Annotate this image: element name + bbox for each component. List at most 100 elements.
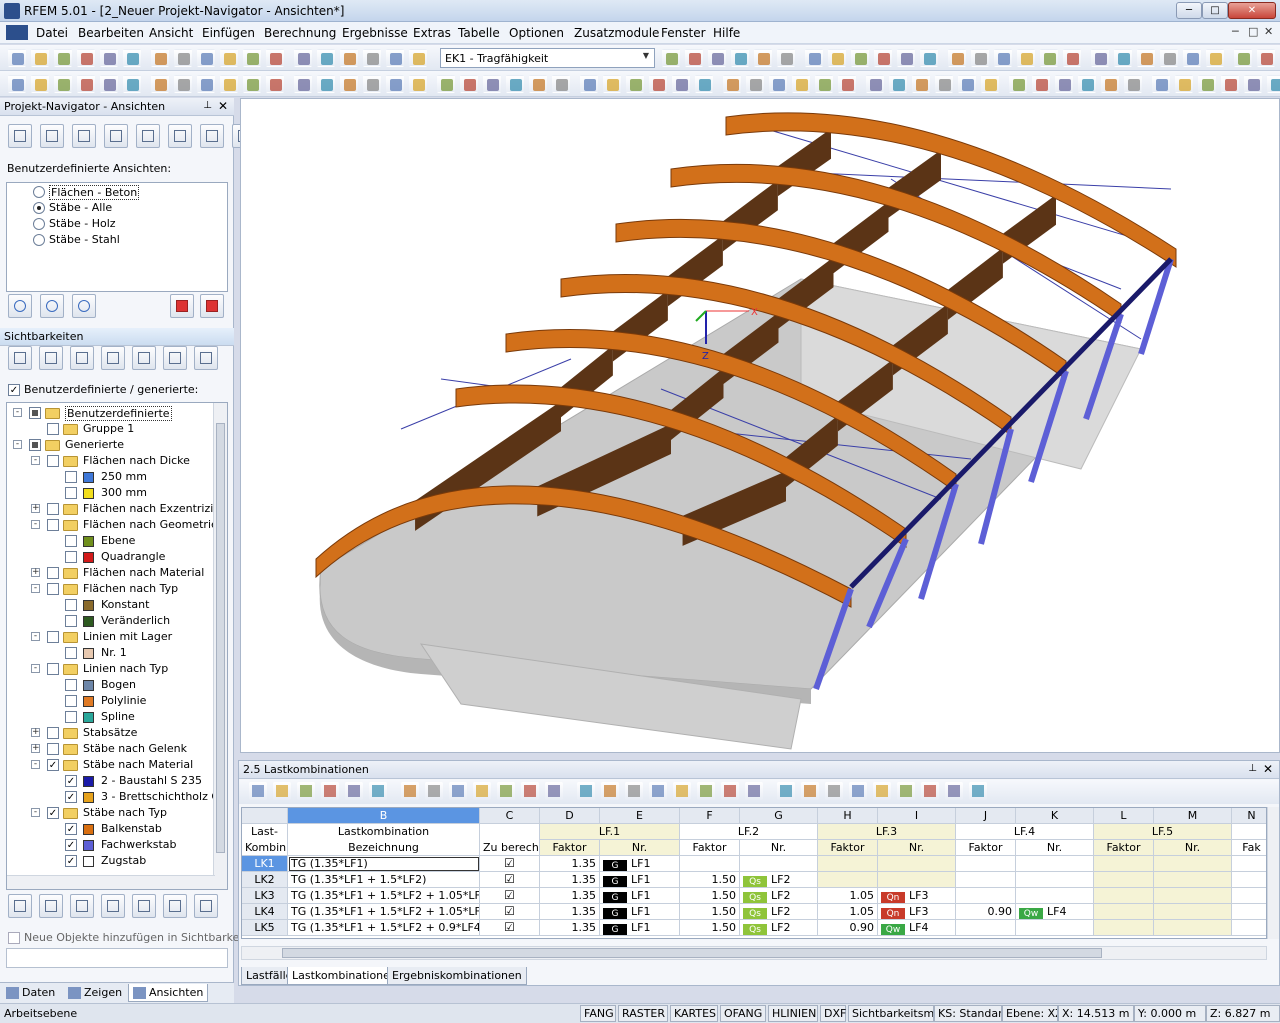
add-vis-1-icon[interactable] (8, 894, 32, 918)
toolbar-button-icon[interactable] (695, 75, 713, 93)
table-toolbar-button-icon[interactable] (873, 782, 891, 800)
toolbar-button-icon[interactable] (1101, 75, 1119, 93)
toolbar-button-icon[interactable] (1009, 75, 1027, 93)
toolbar-button-icon[interactable] (897, 49, 915, 67)
table-toolbar-button-icon[interactable] (721, 782, 739, 800)
toolbar-button-icon[interactable] (626, 75, 644, 93)
toolbar-button-icon[interactable] (649, 75, 667, 93)
factor-cell[interactable] (956, 856, 1016, 872)
toolbar-button-icon[interactable] (1124, 75, 1142, 93)
toolbar-button-icon[interactable] (77, 75, 95, 93)
load-case-cell[interactable] (740, 856, 818, 872)
view-radio-beton[interactable] (33, 186, 45, 198)
close-button[interactable]: ✕ (1228, 2, 1276, 19)
tree-item[interactable]: Spline (7, 709, 213, 725)
toolbar-button-icon[interactable] (1137, 49, 1155, 67)
tree-item[interactable]: - Benutzerdefinierte (7, 405, 213, 421)
view-iso-4-icon[interactable] (200, 124, 224, 148)
row-header[interactable]: LK2 (242, 872, 288, 888)
load-case-cell[interactable]: G LF1 (600, 904, 680, 920)
table-pin-icon[interactable]: ⊥ (1248, 763, 1257, 774)
toolbar-button-icon[interactable] (100, 49, 118, 67)
column-letter[interactable]: J (956, 808, 1016, 824)
load-combinations-grid[interactable]: B C D E F G H I J K L M N Last- Kombin. Lastkombination… (241, 807, 1267, 939)
new-objects-select[interactable] (6, 948, 228, 968)
toolbar-button-icon[interactable] (971, 49, 989, 67)
expand-toggle-icon[interactable]: - (31, 664, 40, 673)
factor-cell[interactable] (818, 856, 878, 872)
new-objects-checkbox[interactable] (8, 932, 20, 944)
toolbar-button-icon[interactable] (1160, 49, 1178, 67)
toolbar-button-icon[interactable] (912, 75, 930, 93)
toolbar-button-icon[interactable] (243, 49, 261, 67)
tab-zeigen[interactable]: Zeigen (64, 984, 126, 1002)
model-viewport[interactable]: X Z (240, 98, 1280, 753)
menu-optionen[interactable]: Optionen (509, 26, 564, 40)
load-case-cell[interactable] (1016, 872, 1094, 888)
table-toolbar-button-icon[interactable] (825, 782, 843, 800)
table-toolbar-button-icon[interactable] (369, 782, 387, 800)
toolbar-button-icon[interactable] (1198, 75, 1216, 93)
factor-cell[interactable]: 1.35 (540, 920, 600, 936)
toolbar-button-icon[interactable] (1078, 75, 1096, 93)
view-iso-1-icon[interactable] (104, 124, 128, 148)
load-case-cell[interactable] (1016, 856, 1094, 872)
load-case-cell[interactable] (878, 856, 956, 872)
toolbar-button-icon[interactable] (409, 75, 427, 93)
expand-toggle-icon[interactable]: + (31, 568, 40, 577)
toolbar-button-icon[interactable] (506, 75, 524, 93)
add-vis-7-icon[interactable] (194, 894, 218, 918)
status-toggle-fang[interactable]: FANG (580, 1005, 616, 1022)
toolbar-button-icon[interactable] (1244, 75, 1262, 93)
load-case-cell[interactable]: Qs LF2 (740, 904, 818, 920)
tree-checkbox[interactable] (65, 695, 77, 707)
column-letter[interactable]: D (540, 808, 600, 824)
view-axis-y-icon[interactable] (40, 124, 64, 148)
toolbar-button-icon[interactable] (1063, 49, 1081, 67)
load-case-select[interactable]: EK1 - Tragfähigkeit ▼ (440, 48, 655, 68)
pin-icon[interactable]: ⊥ (203, 100, 212, 111)
factor-cell[interactable] (956, 888, 1016, 904)
tree-checkbox[interactable]: ✓ (65, 775, 77, 787)
toolbar-button-icon[interactable] (874, 49, 892, 67)
column-letter[interactable]: M (1154, 808, 1232, 824)
table-toolbar-button-icon[interactable] (425, 782, 443, 800)
tree-item[interactable]: ✓ Balkenstab (7, 821, 213, 837)
tree-item[interactable]: - Linien mit Lager (7, 629, 213, 645)
table-toolbar-button-icon[interactable] (577, 782, 595, 800)
vis-1-icon[interactable] (8, 346, 32, 370)
scroll-thumb[interactable] (216, 423, 225, 853)
toolbar-button-icon[interactable] (77, 49, 95, 67)
table-toolbar-button-icon[interactable] (321, 782, 339, 800)
view-item-beton[interactable]: Flächen - Beton (49, 185, 140, 200)
load-case-cell[interactable]: Qs LF2 (740, 920, 818, 936)
table-toolbar-button-icon[interactable] (521, 782, 539, 800)
column-letter[interactable]: B (288, 808, 480, 824)
toolbar-button-icon[interactable] (552, 75, 570, 93)
table-toolbar-button-icon[interactable] (545, 782, 563, 800)
tree-checkbox[interactable] (47, 743, 59, 755)
calculate-checkbox[interactable]: ☑ (480, 920, 540, 936)
custom-views-list[interactable]: Flächen - Beton Stäbe - Alle Stäbe - Hol… (6, 182, 228, 292)
vis-7-icon[interactable] (194, 346, 218, 370)
toolbar-button-icon[interactable] (340, 49, 358, 67)
table-toolbar-button-icon[interactable] (297, 782, 315, 800)
tree-item[interactable]: Gruppe 1 (7, 421, 213, 437)
chevron-down-icon[interactable]: ▼ (640, 51, 652, 65)
toolbar-button-icon[interactable] (386, 49, 404, 67)
toolbar-button-icon[interactable] (603, 75, 621, 93)
tree-item[interactable]: - Linien nach Typ (7, 661, 213, 677)
row-header[interactable]: LK3 (242, 888, 288, 904)
view-item-holz[interactable]: Stäbe - Holz (49, 217, 116, 230)
toolbar-button-icon[interactable] (731, 49, 749, 67)
tree-item[interactable]: + Stäbe nach Gelenk (7, 741, 213, 757)
view-radio-alle[interactable] (33, 202, 45, 214)
grid-vertical-scrollbar[interactable] (1267, 807, 1279, 939)
toolbar-button-icon[interactable] (243, 75, 261, 93)
toolbar-button-icon[interactable] (754, 49, 772, 67)
toolbar-button-icon[interactable] (958, 75, 976, 93)
factor-cell[interactable]: 0.90 (818, 920, 878, 936)
maximize-button[interactable]: □ (1202, 2, 1228, 19)
toolbar-button-icon[interactable] (363, 49, 381, 67)
tree-checkbox[interactable] (65, 535, 77, 547)
